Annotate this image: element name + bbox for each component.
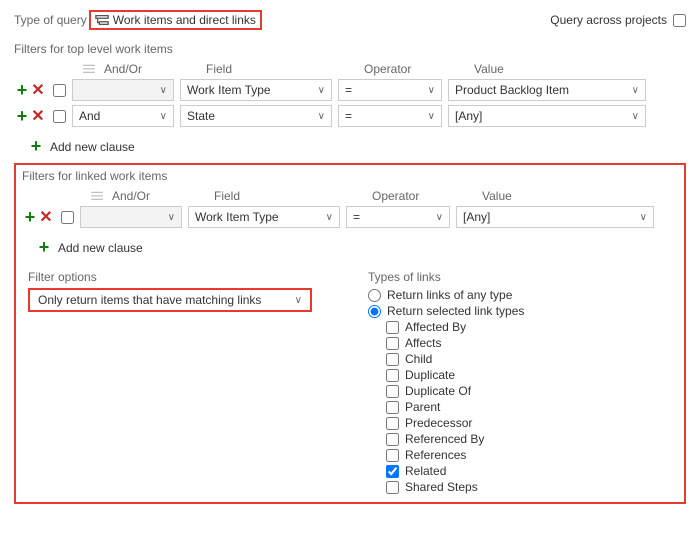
add-row-icon[interactable]: +	[14, 80, 30, 101]
add-new-clause-linked[interactable]: + Add new clause	[36, 237, 143, 258]
linktype-label: Related	[405, 464, 446, 478]
linked-clause-row: + ✕ ∨ Work Item Type∨ =∨ [Any]∨	[22, 205, 678, 229]
linktype-checkbox[interactable]	[386, 465, 399, 478]
linktype-option[interactable]: Affected By	[386, 320, 524, 334]
linktype-checkbox[interactable]	[386, 353, 399, 366]
query-type-selector[interactable]: Work items and direct links	[89, 10, 262, 30]
filter-options-select[interactable]: Only return items that have matching lin…	[28, 288, 312, 312]
operator-select[interactable]: =∨	[338, 79, 442, 101]
row-checkbox[interactable]	[61, 211, 74, 224]
add-clause-label: Add new clause	[50, 140, 135, 154]
linktype-option[interactable]: Affects	[386, 336, 524, 350]
linked-filters-title: Filters for linked work items	[22, 169, 678, 183]
linked-filters-header: And/Or Field Operator Value	[22, 189, 678, 203]
row-checkbox[interactable]	[53, 84, 66, 97]
linktype-option[interactable]: Shared Steps	[386, 480, 524, 494]
chevron-down-icon: ∨	[295, 295, 302, 306]
linktype-option[interactable]: References	[386, 448, 524, 462]
linktype-label: Duplicate	[405, 368, 455, 382]
col-field: Field	[206, 62, 364, 76]
operator-select[interactable]: =∨	[346, 206, 450, 228]
linktype-option[interactable]: Child	[386, 352, 524, 366]
linktype-checkbox[interactable]	[386, 369, 399, 382]
row-checkbox[interactable]	[53, 110, 66, 123]
top-clause-row: + ✕ And∨ State∨ =∨ [Any]∨	[14, 104, 686, 128]
query-across-projects-checkbox[interactable]	[673, 14, 686, 27]
delete-row-icon[interactable]: ✕	[30, 80, 46, 100]
col-operator: Operator	[372, 189, 482, 203]
linktype-option[interactable]: Duplicate Of	[386, 384, 524, 398]
radio-any-label: Return links of any type	[387, 288, 512, 302]
field-select[interactable]: State∨	[180, 105, 332, 127]
andor-select: ∨	[72, 79, 174, 101]
value-select[interactable]: [Any]∨	[456, 206, 654, 228]
query-across-projects-label: Query across projects	[550, 13, 667, 27]
type-of-query-label: Type of query	[14, 13, 87, 27]
radio-any-type[interactable]: Return links of any type	[368, 288, 524, 302]
linktype-checkbox[interactable]	[386, 321, 399, 334]
radio-any-input[interactable]	[368, 289, 381, 302]
linktype-checkbox[interactable]	[386, 401, 399, 414]
linktype-label: Parent	[405, 400, 440, 414]
linktype-label: Predecessor	[405, 416, 472, 430]
delete-row-icon[interactable]: ✕	[38, 207, 54, 227]
andor-select: ∨	[80, 206, 182, 228]
plus-icon: +	[28, 136, 44, 157]
linktype-label: Duplicate Of	[405, 384, 471, 398]
value-select[interactable]: [Any]∨	[448, 105, 646, 127]
grip-icon	[90, 190, 104, 202]
linktype-label: Affects	[405, 336, 441, 350]
linktype-checkbox[interactable]	[386, 417, 399, 430]
grip-icon	[82, 63, 96, 75]
linktype-option[interactable]: Duplicate	[386, 368, 524, 382]
direct-links-icon	[95, 13, 109, 27]
linktype-label: Shared Steps	[405, 480, 478, 494]
andor-select[interactable]: And∨	[72, 105, 174, 127]
add-clause-label: Add new clause	[58, 241, 143, 255]
top-clause-row: + ✕ ∨ Work Item Type∨ =∨ Product Backlog…	[14, 78, 686, 102]
filter-options-label: Filter options	[28, 270, 348, 284]
col-andor: And/Or	[112, 189, 214, 203]
linktype-checkbox[interactable]	[386, 385, 399, 398]
col-operator: Operator	[364, 62, 474, 76]
linked-filters-panel: Filters for linked work items And/Or Fie…	[14, 163, 686, 504]
col-andor: And/Or	[104, 62, 206, 76]
linktype-label: Child	[405, 352, 432, 366]
linktype-checkbox[interactable]	[386, 337, 399, 350]
radio-selected-label: Return selected link types	[387, 304, 524, 318]
filter-options-value: Only return items that have matching lin…	[38, 293, 261, 307]
query-across-projects[interactable]: Query across projects	[550, 13, 686, 27]
linktype-option[interactable]: Predecessor	[386, 416, 524, 430]
radio-selected-types[interactable]: Return selected link types	[368, 304, 524, 318]
col-value: Value	[474, 62, 504, 76]
add-row-icon[interactable]: +	[14, 106, 30, 127]
field-select[interactable]: Work Item Type∨	[180, 79, 332, 101]
col-value: Value	[482, 189, 512, 203]
linktype-label: Affected By	[405, 320, 466, 334]
top-filters-title: Filters for top level work items	[14, 42, 686, 56]
operator-select[interactable]: =∨	[338, 105, 442, 127]
linktype-checkbox[interactable]	[386, 433, 399, 446]
linktype-checkbox[interactable]	[386, 481, 399, 494]
plus-icon: +	[36, 237, 52, 258]
linktype-option[interactable]: Related	[386, 464, 524, 478]
delete-row-icon[interactable]: ✕	[30, 106, 46, 126]
value-select[interactable]: Product Backlog Item∨	[448, 79, 646, 101]
top-filters-header: And/Or Field Operator Value	[14, 62, 686, 76]
linktype-option[interactable]: Parent	[386, 400, 524, 414]
field-select[interactable]: Work Item Type∨	[188, 206, 340, 228]
radio-selected-input[interactable]	[368, 305, 381, 318]
linktype-label: References	[405, 448, 466, 462]
query-type-value: Work items and direct links	[113, 13, 256, 27]
linktype-label: Referenced By	[405, 432, 484, 446]
linktype-option[interactable]: Referenced By	[386, 432, 524, 446]
add-new-clause-top[interactable]: + Add new clause	[28, 136, 135, 157]
col-field: Field	[214, 189, 372, 203]
linktype-checkbox[interactable]	[386, 449, 399, 462]
add-row-icon[interactable]: +	[22, 207, 38, 228]
types-of-links-label: Types of links	[368, 270, 524, 284]
